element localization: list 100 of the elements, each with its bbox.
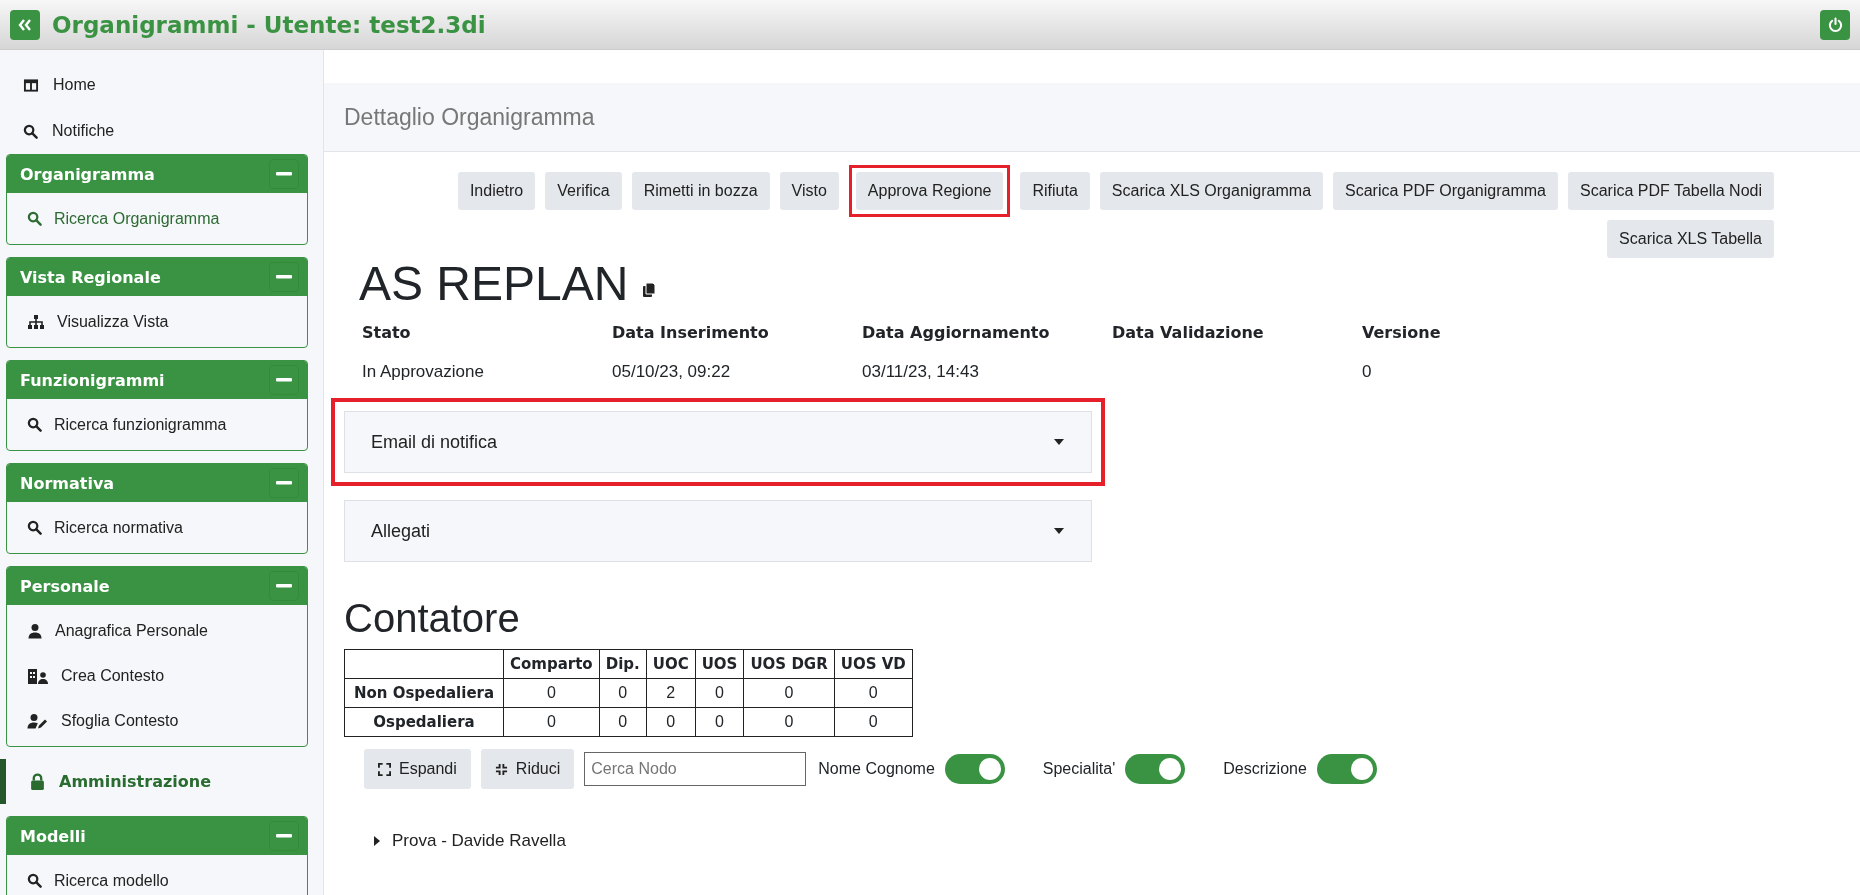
- sidebar-item[interactable]: Ricerca funzionigramma: [7, 402, 307, 447]
- minus-icon: [276, 834, 292, 838]
- minus-icon: [276, 378, 292, 382]
- power-icon: [1827, 17, 1843, 32]
- group-title: Vista Regionale: [20, 267, 161, 287]
- table-cell: 0: [743, 678, 835, 708]
- collapse-toggle[interactable]: [269, 365, 299, 395]
- detail-label: Data Validazione: [1112, 323, 1265, 342]
- action-button[interactable]: Rimetti in bozza: [631, 172, 770, 210]
- action-button[interactable]: Indietro: [457, 172, 536, 210]
- sidebar-item[interactable]: Ricerca modello: [7, 858, 307, 895]
- group-title: Organigramma: [20, 164, 155, 184]
- table-cell: 0: [743, 707, 835, 737]
- columns-icon: [23, 77, 39, 93]
- tree-node[interactable]: Prova - Davide Ravella: [374, 831, 566, 851]
- toggle-label: Specialita': [1042, 760, 1116, 778]
- table-header-cell: UOC: [646, 649, 696, 679]
- minus-icon: [276, 481, 292, 485]
- app-title: Organigrammi - Utente: test2.3di: [52, 11, 486, 38]
- group-title: Personale: [20, 576, 110, 596]
- detail-label: Stato: [362, 323, 412, 342]
- user-icon: [27, 622, 43, 639]
- table-cell: 0: [834, 707, 913, 737]
- toggle-label: Nome Cognome: [818, 760, 935, 778]
- action-button[interactable]: Scarica PDF Organigramma: [1333, 172, 1558, 210]
- row-header-cell: Non Ospedaliera: [344, 678, 504, 708]
- logout-button[interactable]: [1820, 9, 1850, 40]
- sidebar-item[interactable]: Ricerca Organigramma: [7, 196, 307, 241]
- sidebar-item[interactable]: Crea Contesto: [7, 653, 307, 698]
- search-icon: [27, 417, 42, 432]
- table-header-cell: UOS DGR: [743, 649, 835, 679]
- minus-icon: [276, 172, 292, 176]
- expand-button[interactable]: Espandi: [364, 749, 471, 789]
- double-chevron-left-icon: [18, 18, 32, 31]
- search-icon: [27, 211, 42, 226]
- table-cell: 0: [695, 678, 744, 708]
- minus-icon: [276, 584, 292, 588]
- table-header-cell: UOS VD: [834, 649, 913, 679]
- table-cell: 2: [646, 678, 696, 708]
- collapse-toggle[interactable]: [269, 159, 299, 189]
- table-cell: 0: [599, 707, 647, 737]
- lock-icon: [30, 773, 45, 790]
- table-cell: 0: [695, 707, 744, 737]
- sidebar-item[interactable]: Ricerca normativa: [7, 505, 307, 550]
- action-button[interactable]: Verifica: [545, 172, 622, 210]
- compress-icon: [494, 762, 508, 776]
- accordion-header[interactable]: Email di notifica: [344, 411, 1092, 473]
- action-button[interactable]: Approva Regione: [855, 172, 1004, 210]
- table-header-cell: Dip.: [599, 649, 647, 679]
- sidebar-link[interactable]: Home: [6, 62, 323, 108]
- group-title: Modelli: [20, 826, 86, 846]
- table-header-cell: UOS: [695, 649, 744, 679]
- detail-label: Data Inserimento: [612, 323, 770, 342]
- caret-icon: [1054, 528, 1064, 534]
- detail-label: Data Aggiornamento: [862, 323, 1051, 342]
- collapse-button[interactable]: Riduci: [480, 749, 575, 789]
- minus-icon: [276, 275, 292, 279]
- toggle-label: Descrizione: [1223, 760, 1307, 778]
- detail-value: 05/10/23, 09:22: [612, 362, 732, 382]
- toggle-switch[interactable]: [1316, 754, 1377, 784]
- sidebar-link[interactable]: Notifiche: [6, 108, 323, 154]
- detail-value: 03/11/23, 14:43: [862, 362, 980, 382]
- organigram-name: AS REPLAN: [359, 256, 629, 311]
- action-button[interactable]: Visto: [779, 172, 839, 210]
- row-header-cell: Ospedaliera: [344, 707, 504, 737]
- toggle-switch[interactable]: [1125, 754, 1186, 784]
- collapse-toggle[interactable]: [269, 468, 299, 498]
- collapse-toggle[interactable]: [269, 821, 299, 851]
- sidebar-item[interactable]: Visualizza Vista: [7, 299, 307, 344]
- page-title: Dettaglio Organigramma: [344, 103, 595, 131]
- caret-icon: [1054, 439, 1064, 445]
- sidebar-link[interactable]: Amministrazione: [0, 759, 323, 804]
- table-cell: 0: [646, 707, 696, 737]
- detail-label: Versione: [1362, 323, 1442, 342]
- sidebar-item[interactable]: Anagrafica Personale: [7, 608, 307, 653]
- sidebar-item[interactable]: Sfoglia Contesto: [7, 698, 307, 743]
- action-button[interactable]: Scarica XLS Tabella: [1607, 220, 1774, 258]
- detail-value: 0: [1362, 362, 1373, 382]
- table-header-cell: Comparto: [503, 649, 600, 679]
- toggle-switch[interactable]: [944, 754, 1005, 784]
- copy-icon: [642, 282, 657, 298]
- search-icon: [23, 123, 38, 139]
- search-icon: [27, 520, 42, 535]
- search-field[interactable]: Cerca Nodo: [584, 752, 807, 786]
- table-cell: 0: [503, 678, 600, 708]
- collapse-toggle[interactable]: [269, 571, 299, 601]
- building-user-icon: [27, 667, 49, 684]
- accordion-header[interactable]: Allegati: [344, 500, 1092, 562]
- action-button[interactable]: Scarica PDF Tabella Nodi: [1568, 172, 1774, 210]
- expand-icon: [378, 762, 391, 776]
- action-button[interactable]: Rifiuta: [1020, 172, 1090, 210]
- detail-value: In Approvazione: [362, 362, 485, 382]
- table-cell: 0: [599, 678, 647, 708]
- table-cell: 0: [834, 678, 913, 708]
- sitemap-icon: [27, 313, 45, 330]
- group-title: Normativa: [20, 473, 115, 493]
- collapse-sidebar-button[interactable]: [10, 9, 40, 40]
- section-title: Contatore: [344, 596, 521, 641]
- collapse-toggle[interactable]: [269, 262, 299, 292]
- action-button[interactable]: Scarica XLS Organigramma: [1099, 172, 1324, 210]
